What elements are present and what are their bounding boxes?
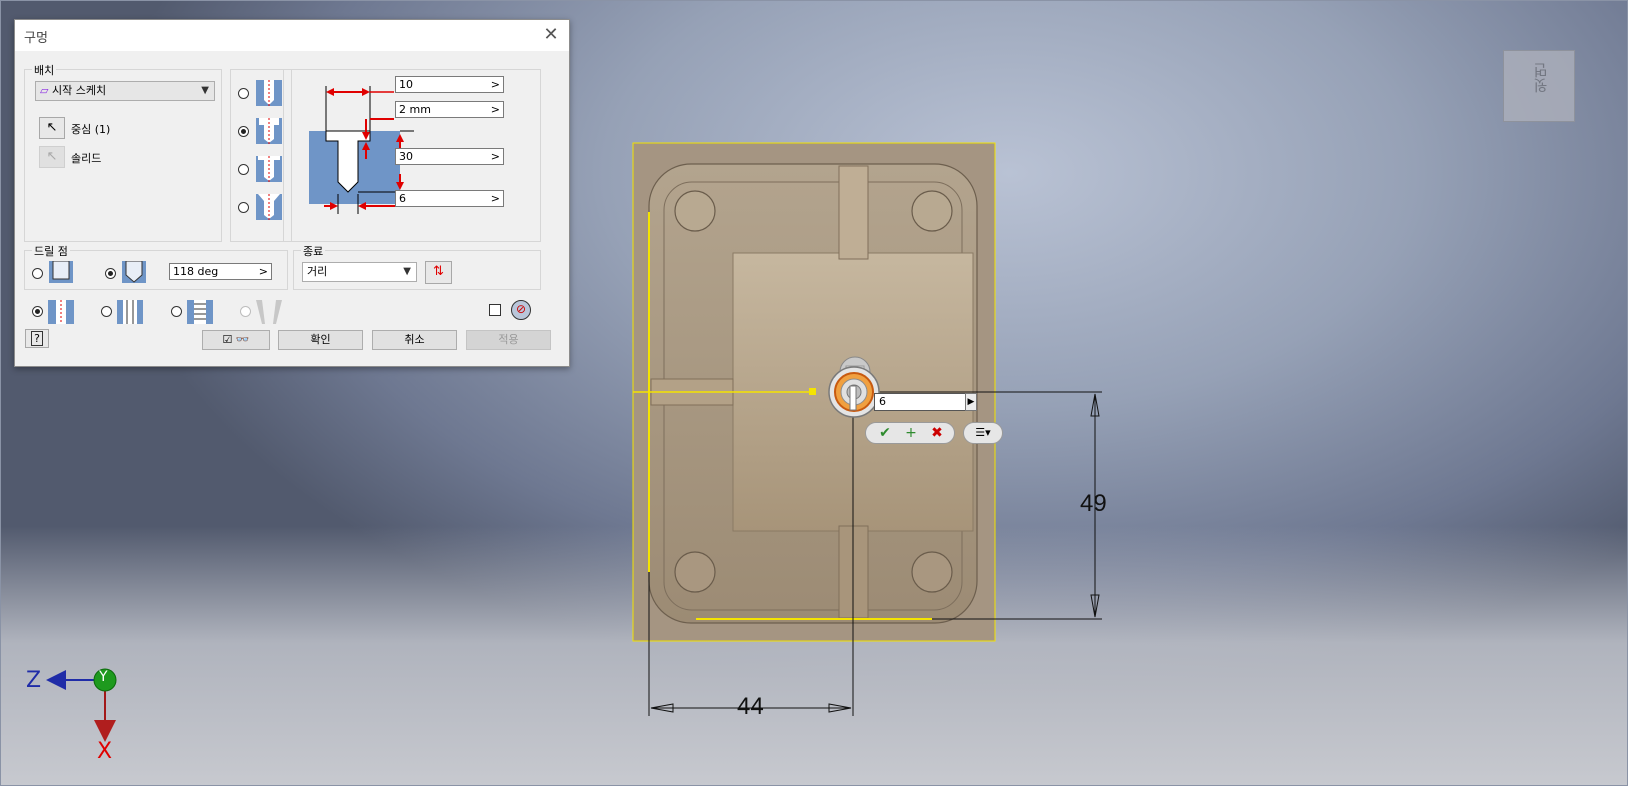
view-cube-face-label: 윗면 (1532, 63, 1550, 93)
drill-point-angle-radio[interactable] (105, 268, 116, 279)
mini-add-icon[interactable]: + (898, 424, 924, 442)
placement-group-label: 배치 (32, 62, 57, 78)
dialog-title-bar[interactable]: 구멍 ✕ (15, 20, 569, 51)
angle-drill-icon (122, 261, 146, 283)
hole-depth-field[interactable]: 30 > (395, 148, 504, 165)
cbore-diameter-field[interactable]: 10 > (395, 76, 504, 93)
cbore-depth-field[interactable]: 2 mm > (395, 101, 504, 118)
corner-hole-top-right[interactable] (911, 190, 953, 232)
dialog-title: 구멍 (24, 31, 48, 46)
mirror-icon[interactable]: ⊘ (511, 300, 531, 320)
mini-cancel-icon[interactable]: ✖ (924, 424, 950, 442)
hole-type-countersink-radio[interactable] (238, 202, 249, 213)
drill-angle-value: 118 deg (173, 265, 219, 278)
hole-style-taper-tapped-radio[interactable] (240, 306, 251, 317)
cancel-button[interactable]: 취소 (372, 330, 457, 350)
chevron-right-icon[interactable]: > (491, 77, 500, 92)
mini-toolbar: ✔ + ✖ (865, 422, 955, 444)
checkbox-checked-icon: ☑ (222, 333, 233, 346)
dimension-height-text[interactable]: 49 (1080, 490, 1107, 518)
hole-type-simple-radio[interactable] (238, 88, 249, 99)
sketch-icon: ▱ (40, 84, 49, 97)
glasses-icon: 👓 (235, 333, 250, 346)
termination-group: 종료 거리 ▼ ⇅ (293, 243, 541, 290)
placement-group: 배치 ▱ 시작 스케치 ▼ ↖ 중심 (1) ↖ 솔리드 (24, 62, 222, 242)
drill-point-group-label: 드릴 점 (32, 243, 70, 259)
help-icon: ? (31, 331, 43, 346)
placement-sketch-value: 시작 스케치 (51, 84, 107, 97)
chevron-right-icon[interactable]: > (491, 102, 500, 117)
flip-direction-icon: ⇅ (433, 264, 444, 279)
corner-hole-bottom-right[interactable] (911, 551, 953, 593)
termination-combo[interactable]: 거리 ▼ (302, 262, 417, 282)
hole-type-spotface-radio[interactable] (238, 164, 249, 175)
sketch-point[interactable] (809, 388, 816, 395)
tapped-hole-icon (187, 300, 213, 324)
dimension-width-text[interactable]: 44 (737, 693, 764, 721)
apply-button[interactable]: 적용 (466, 330, 551, 350)
axis-y-label: Y (99, 669, 108, 685)
solid-select-button[interactable]: ↖ (39, 146, 65, 168)
axis-z-label: Z (26, 668, 42, 693)
cbore-depth-value: 2 mm (399, 103, 431, 116)
solid-label: 솔리드 (71, 152, 102, 165)
preview-checkbox[interactable] (489, 304, 501, 316)
hole-style-clearance-radio[interactable] (101, 306, 112, 317)
counterbore-hole-icon (256, 118, 282, 144)
view-cube[interactable]: 윗면 (1503, 50, 1575, 122)
corner-hole-bottom-left[interactable] (674, 551, 716, 593)
hole-diameter-value: 6 (399, 192, 406, 205)
cbore-diameter-value: 10 (399, 78, 413, 91)
hole-style-drilled-radio[interactable] (32, 306, 43, 317)
mini-options-dropdown[interactable]: ☰▾ (963, 422, 1003, 444)
termination-group-label: 종료 (301, 243, 326, 259)
hole-depth-value: 30 (399, 150, 413, 163)
clearance-hole-icon (117, 300, 143, 324)
center-label: 중심 (1) (71, 123, 111, 136)
rib-top (838, 165, 869, 260)
chevron-down-icon: ▼ (403, 266, 411, 277)
hole-diameter-field[interactable]: 6 > (395, 190, 504, 207)
taper-tapped-hole-icon (256, 300, 282, 324)
inline-value-arrow[interactable]: ▶ (965, 393, 977, 411)
placement-sketch-combo[interactable]: ▱ 시작 스케치 ▼ (35, 81, 215, 101)
flip-direction-button[interactable]: ⇅ (425, 261, 452, 284)
ok-button[interactable]: 확인 (278, 330, 363, 350)
chevron-right-icon[interactable]: > (491, 149, 500, 164)
axis-x-label: X (97, 739, 113, 764)
chevron-right-icon[interactable]: > (259, 264, 268, 279)
drill-angle-field[interactable]: 118 deg > (169, 263, 272, 280)
corner-hole-top-left[interactable] (674, 190, 716, 232)
flat-drill-icon (49, 261, 73, 283)
drilled-hole-icon (48, 300, 74, 324)
drill-point-group: 드릴 점 118 deg > (24, 243, 288, 290)
hole-dialog: 구멍 ✕ 배치 ▱ 시작 스케치 ▼ ↖ 중심 (1) ↖ 솔리드 10 > 2… (14, 19, 570, 367)
countersink-hole-icon (256, 194, 282, 220)
preview-toggle[interactable]: ☑ 👓 (202, 330, 270, 350)
mini-ok-icon[interactable]: ✔ (872, 424, 898, 442)
dimensions-group: 10 > 2 mm > 30 > 6 > (283, 69, 541, 242)
simple-hole-icon (256, 80, 282, 106)
close-icon[interactable]: ✕ (541, 25, 561, 45)
center-select-button[interactable]: ↖ (39, 117, 65, 139)
chevron-right-icon[interactable]: > (491, 191, 500, 206)
chevron-down-icon: ▼ (201, 85, 209, 96)
axis-z-arrow (46, 670, 66, 690)
drill-point-flat-radio[interactable] (32, 268, 43, 279)
cursor-arrow-icon: ↖ (46, 120, 58, 135)
help-button[interactable]: ? (25, 329, 49, 348)
cursor-arrow-icon: ↖ (46, 149, 58, 164)
spotface-hole-icon (256, 156, 282, 182)
termination-value: 거리 (307, 265, 328, 278)
inline-value-input[interactable]: 6 (874, 393, 966, 411)
hole-type-counterbore-radio[interactable] (238, 126, 249, 137)
hole-style-tapped-radio[interactable] (171, 306, 182, 317)
